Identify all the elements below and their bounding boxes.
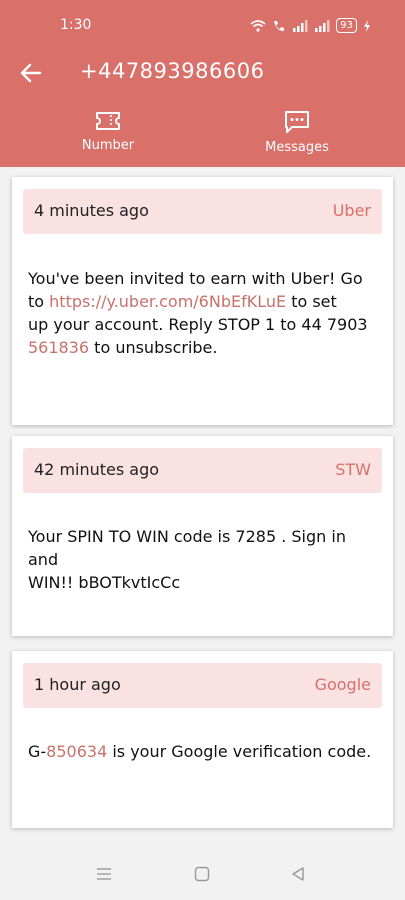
message-link[interactable]: https://y.uber.com/6NbEfKLuE [49, 292, 286, 311]
message-sender: STW [335, 460, 371, 479]
back-icon[interactable] [290, 866, 306, 882]
battery-indicator: 93 [336, 18, 357, 33]
ticket-icon [96, 112, 120, 130]
system-navigation-bar [0, 850, 405, 900]
message-card[interactable]: 1 hour ago Google G-850634 is your Googl… [12, 651, 393, 828]
message-time: 42 minutes ago [34, 460, 160, 479]
message-text: to set [286, 292, 337, 311]
message-line: WIN!! bBOTkvtIcCc [28, 573, 181, 592]
charging-icon [364, 19, 370, 32]
message-time: 4 minutes ago [34, 201, 149, 220]
tab-messages-label: Messages [265, 140, 329, 155]
message-text: to [28, 292, 50, 311]
page-title: +447893986606 [80, 59, 265, 83]
back-arrow-icon[interactable] [18, 60, 44, 86]
message-code[interactable]: 850634 [46, 742, 107, 761]
message-line: up your account. Reply STOP 1 to 44 7903 [28, 315, 368, 334]
message-card[interactable]: 4 minutes ago Uber You've been invited t… [12, 177, 393, 425]
tab-number[interactable]: Number [48, 110, 168, 162]
message-line: 561836 to unsubscribe. [28, 336, 373, 359]
tab-messages[interactable]: Messages [237, 110, 357, 162]
message-card[interactable]: 42 minutes ago STW Your SPIN TO WIN code… [12, 436, 393, 636]
message-time: 1 hour ago [34, 675, 121, 694]
message-body: You've been invited to earn with Uber! G… [28, 267, 373, 359]
message-body: Your SPIN TO WIN code is 7285 . Sign in … [28, 525, 373, 594]
message-text: is your Google verification code. [107, 742, 372, 761]
tab-number-label: Number [81, 138, 135, 153]
app-header: 1:30 93 +447893986606 Number Messages [0, 0, 405, 167]
home-icon[interactable] [194, 866, 210, 882]
call-icon [274, 20, 285, 31]
message-sender: Uber [332, 201, 371, 220]
wifi-icon [250, 19, 266, 32]
message-text: to unsubscribe. [89, 338, 218, 357]
message-line: G-850634 is your Google verification cod… [28, 740, 373, 763]
status-bar: 1:30 93 [0, 0, 405, 52]
message-code[interactable]: 561836 [28, 338, 89, 357]
message-text: G- [28, 742, 47, 761]
message-body: G-850634 is your Google verification cod… [28, 740, 373, 763]
message-card-header: 1 hour ago Google [23, 663, 382, 708]
message-line: to https://y.uber.com/6NbEfKLuE to set [28, 290, 373, 313]
message-line: You've been invited to earn with Uber! G… [28, 269, 363, 288]
message-line: Your SPIN TO WIN code is 7285 . Sign in … [28, 527, 346, 569]
signal-icon-2 [315, 19, 330, 32]
menu-icon[interactable] [96, 866, 112, 882]
top-app-bar: +447893986606 [0, 52, 405, 92]
tab-bar: Number Messages [0, 110, 405, 162]
status-icons: 93 [250, 18, 371, 33]
message-card-header: 42 minutes ago STW [23, 448, 382, 493]
message-card-header: 4 minutes ago Uber [23, 189, 382, 234]
message-sender: Google [314, 675, 371, 694]
signal-icon [293, 19, 308, 32]
status-time: 1:30 [60, 17, 92, 33]
message-icon [285, 111, 309, 133]
